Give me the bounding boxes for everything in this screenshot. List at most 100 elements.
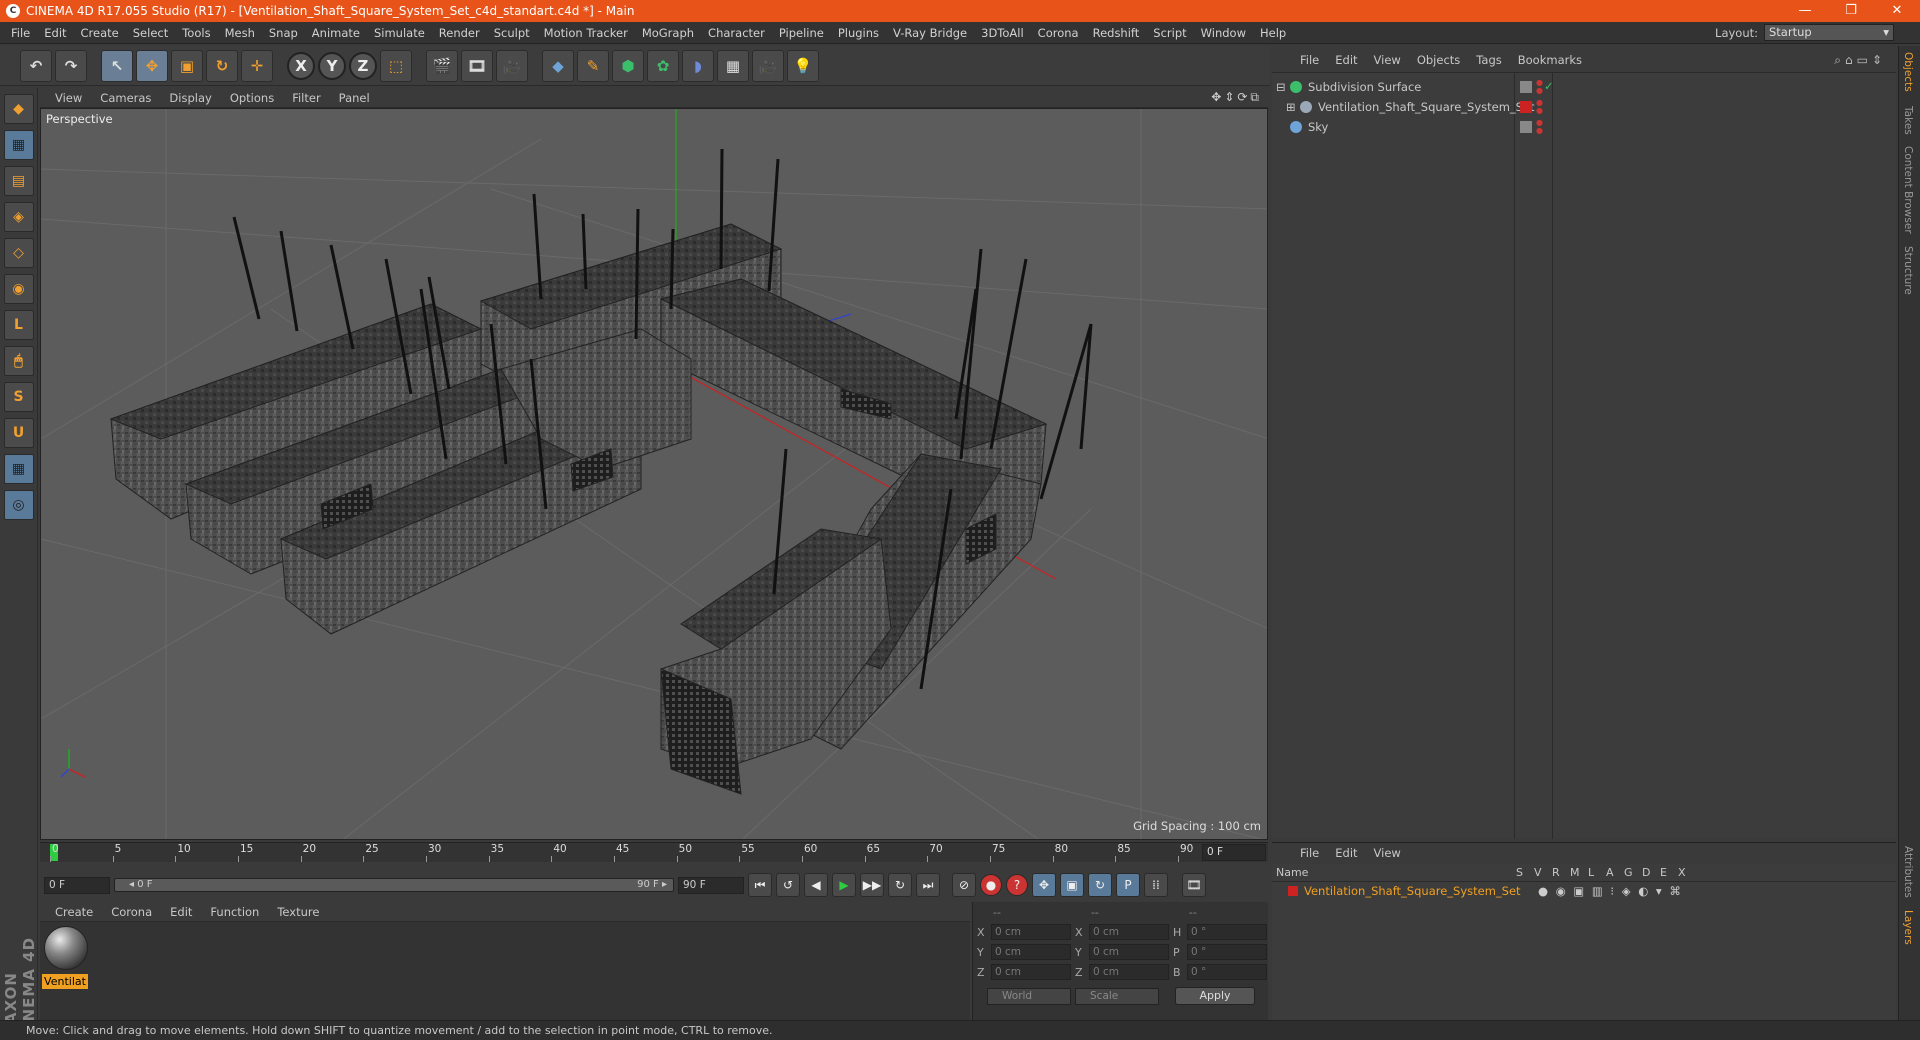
end-frame-field[interactable]: 90 F <box>678 876 744 894</box>
key-parameter-button[interactable]: P <box>1116 873 1140 897</box>
deformer-icon[interactable]: ◗ <box>682 49 714 82</box>
side-tab-objects[interactable]: Objects <box>1902 52 1914 92</box>
material-name-label[interactable]: Ventilat <box>42 974 88 989</box>
move-icon[interactable]: ✥ <box>136 49 168 82</box>
viewport-navigation-icons[interactable]: ✥⇕⟳⧉ <box>1211 90 1262 105</box>
key-pla-button[interactable]: ⁞⁞ <box>1144 873 1168 897</box>
viewport-menu-view[interactable]: View <box>46 91 91 105</box>
redo-icon[interactable]: ↷ <box>55 49 87 82</box>
layer-row[interactable]: Ventilation_Shaft_Square_System_Set ● ◉ … <box>1272 882 1896 900</box>
apply-button[interactable]: Apply <box>1175 987 1255 1005</box>
layer-column-l[interactable]: L <box>1588 866 1606 879</box>
menu-mograph[interactable]: MoGraph <box>635 26 701 40</box>
layer-column-s[interactable]: S <box>1516 866 1534 879</box>
x-axis-lock-button[interactable]: X <box>287 51 315 80</box>
object-name[interactable]: Sky <box>1308 120 1328 134</box>
record-keys-button[interactable]: ● <box>980 874 1002 896</box>
menu-redshift[interactable]: Redshift <box>1086 26 1147 40</box>
scale-icon[interactable]: ▣ <box>171 49 203 82</box>
side-tab-attributes[interactable]: Attributes <box>1902 846 1914 898</box>
side-tab-layers[interactable]: Layers <box>1902 910 1914 945</box>
menu-create[interactable]: Create <box>74 26 126 40</box>
layer-column-d[interactable]: D <box>1642 866 1660 879</box>
rotation-b-field[interactable]: 0 ° <box>1187 964 1267 980</box>
z-axis-lock-button[interactable]: Z <box>349 51 377 80</box>
previous-key-button[interactable]: ↺ <box>776 873 800 897</box>
object-row-sky[interactable]: Sky ● ● <box>1272 117 1896 137</box>
render-picture-viewer-icon[interactable]: 🎞 <box>461 49 493 82</box>
layer-column-x[interactable]: X <box>1678 866 1696 879</box>
object-name[interactable]: Subdivision Surface <box>1308 80 1421 94</box>
rotate-icon[interactable]: ↻ <box>206 49 238 82</box>
layer-column-g[interactable]: G <box>1624 866 1642 879</box>
coordinate-space-dropdown[interactable]: World <box>987 987 1071 1005</box>
motion-path-button[interactable]: ⊘ <box>952 873 976 897</box>
menu-sculpt[interactable]: Sculpt <box>487 26 537 40</box>
layer-menu-file[interactable]: File <box>1292 846 1327 860</box>
expand-toggle-icon[interactable]: ⊟ <box>1276 80 1290 94</box>
position-y-field[interactable]: 0 cm <box>991 944 1071 960</box>
layer-flag-icons[interactable]: ● ◉ ▣ ▥ ⁝ ◈ ◐ ▾ ⌘ <box>1538 884 1683 898</box>
object-menu-objects[interactable]: Objects <box>1409 53 1468 67</box>
object-row-ventilation-shaft-square-system-set[interactable]: ⊞ Ventilation_Shaft_Square_System_Set ● ● <box>1272 97 1896 117</box>
layer-menu-edit[interactable]: Edit <box>1327 846 1365 860</box>
start-frame-field[interactable]: 0 F <box>44 876 110 894</box>
perspective-viewport[interactable]: Perspective Grid Spacing : 100 cm <box>40 108 1268 840</box>
menu-snap[interactable]: Snap <box>262 26 305 40</box>
layer-column-a[interactable]: A <box>1606 866 1624 879</box>
y-axis-lock-button[interactable]: Y <box>318 51 346 80</box>
cube-icon[interactable]: ◆ <box>542 49 574 82</box>
go-to-end-button[interactable]: ⏭ <box>916 873 940 897</box>
timeline-window-icon[interactable]: 🎞 <box>1182 873 1206 897</box>
material-swatch[interactable] <box>44 926 88 970</box>
menu-corona[interactable]: Corona <box>1031 26 1086 40</box>
floor-icon[interactable]: ▦ <box>717 49 749 82</box>
viewport-menu-cameras[interactable]: Cameras <box>91 91 160 105</box>
object-name[interactable]: Ventilation_Shaft_Square_System_Set <box>1318 100 1535 114</box>
menu-select[interactable]: Select <box>126 26 175 40</box>
model-mode-icon[interactable]: ▦ <box>3 130 34 160</box>
maximize-button[interactable]: ❐ <box>1828 0 1874 22</box>
viewport-menu-filter[interactable]: Filter <box>283 91 329 105</box>
autokey-button[interactable]: ? <box>1006 874 1028 896</box>
render-settings-icon[interactable]: 🎥 <box>496 49 528 82</box>
material-menu-create[interactable]: Create <box>46 905 102 919</box>
next-key-button[interactable]: ↻ <box>888 873 912 897</box>
material-menu-texture[interactable]: Texture <box>268 905 328 919</box>
layer-column-m[interactable]: M <box>1570 866 1588 879</box>
viewport-menu-panel[interactable]: Panel <box>330 91 379 105</box>
coordinate-system-icon[interactable]: ⬚ <box>380 49 412 82</box>
key-rotation-button[interactable]: ↻ <box>1088 873 1112 897</box>
visibility-dots-icon[interactable]: ● ● <box>1536 79 1543 95</box>
size-y-field[interactable]: 0 cm <box>1089 944 1169 960</box>
camera-icon[interactable]: 🎥 <box>752 49 784 82</box>
sculpt-icon[interactable]: ◎ <box>3 490 34 520</box>
layer-column-r[interactable]: R <box>1552 866 1570 879</box>
size-z-field[interactable]: 0 cm <box>1089 964 1169 980</box>
layer-name[interactable]: Ventilation_Shaft_Square_System_Set <box>1304 884 1524 898</box>
close-button[interactable]: ✕ <box>1874 0 1920 22</box>
mograph-cloner-icon[interactable]: ✿ <box>647 49 679 82</box>
light-icon[interactable]: 💡 <box>787 49 819 82</box>
render-view-icon[interactable]: 🎬 <box>426 49 458 82</box>
layer-column-name[interactable]: Name <box>1276 866 1516 879</box>
enabled-check-icon[interactable]: ✓ <box>1544 79 1554 93</box>
next-frame-button[interactable]: ▶▶ <box>860 873 884 897</box>
solo-mode-icon[interactable]: S <box>3 382 34 412</box>
menu-v-ray-bridge[interactable]: V-Ray Bridge <box>886 26 974 40</box>
polygons-mode-icon[interactable]: L <box>3 310 34 340</box>
play-button[interactable]: ▶ <box>832 873 856 897</box>
object-menu-file[interactable]: File <box>1292 53 1327 67</box>
menu-3dtoall[interactable]: 3DToAll <box>974 26 1031 40</box>
layer-column-e[interactable]: E <box>1660 866 1678 879</box>
visibility-dots-icon[interactable]: ● ● <box>1536 99 1543 115</box>
key-position-button[interactable]: ✥ <box>1032 873 1056 897</box>
menu-help[interactable]: Help <box>1253 26 1293 40</box>
material-menu-corona[interactable]: Corona <box>102 905 161 919</box>
side-tab-structure[interactable]: Structure <box>1902 246 1914 295</box>
menu-simulate[interactable]: Simulate <box>367 26 432 40</box>
menu-file[interactable]: File <box>4 26 37 40</box>
side-tab-content-browser[interactable]: Content Browser <box>1902 146 1914 234</box>
go-to-start-button[interactable]: ⏮ <box>748 873 772 897</box>
current-frame-field[interactable]: 0 F <box>1202 844 1266 861</box>
